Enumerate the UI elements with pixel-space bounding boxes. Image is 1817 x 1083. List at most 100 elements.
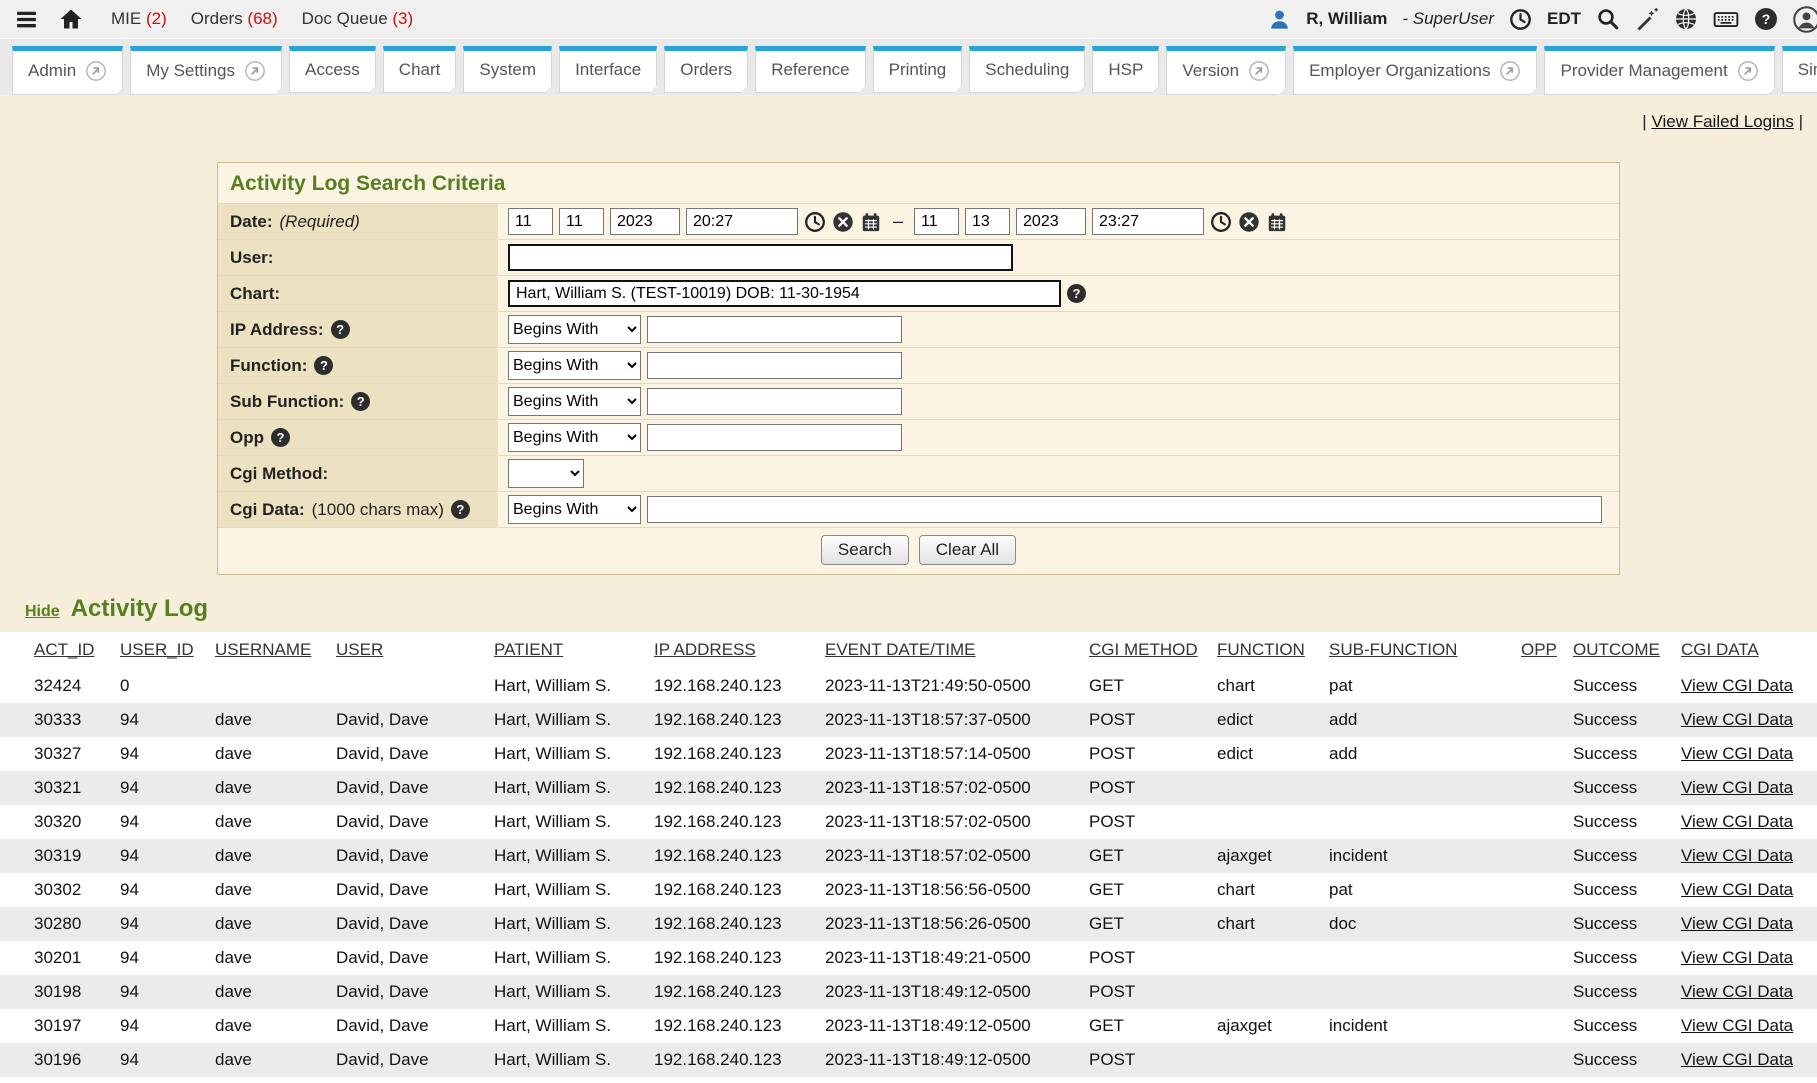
tab-orders[interactable]: Orders xyxy=(664,46,748,93)
date-to-year-input[interactable] xyxy=(1016,208,1086,235)
topnav-link-orders[interactable]: Orders (68) xyxy=(191,9,278,29)
chart-help-icon[interactable] xyxy=(1067,284,1086,303)
view-cgi-data-link[interactable]: View CGI Data xyxy=(1681,1050,1793,1069)
cgi-data-help-icon[interactable] xyxy=(451,500,470,519)
external-link-icon[interactable] xyxy=(85,60,107,82)
calendar-icon[interactable] xyxy=(860,211,882,233)
search-icon[interactable] xyxy=(1596,7,1620,31)
date-from-day-input[interactable] xyxy=(559,208,604,235)
chart-input[interactable] xyxy=(508,280,1061,307)
sub-function-help-icon[interactable] xyxy=(351,392,370,411)
column-sort-link-outcome[interactable]: OUTCOME xyxy=(1573,640,1660,659)
sub-function-input[interactable] xyxy=(647,388,902,415)
search-button[interactable]: Search xyxy=(821,535,909,565)
column-sort-link-event-date-time[interactable]: EVENT DATE/TIME xyxy=(825,640,976,659)
view-failed-logins-link[interactable]: View Failed Logins xyxy=(1651,112,1793,131)
date-from-time-input[interactable] xyxy=(686,208,798,235)
external-link-icon[interactable] xyxy=(244,60,266,82)
ip-address-match-select[interactable]: Begins With xyxy=(508,315,641,344)
calendar-icon[interactable] xyxy=(1266,211,1288,233)
tab-access[interactable]: Access xyxy=(289,46,376,93)
tab-provider-management[interactable]: Provider Management xyxy=(1544,46,1774,95)
cgi-method-select[interactable] xyxy=(508,459,584,488)
tab-reference[interactable]: Reference xyxy=(755,46,865,93)
date-to-day-input[interactable] xyxy=(965,208,1010,235)
user-input[interactable] xyxy=(508,244,1013,271)
date-from-month-input[interactable] xyxy=(508,208,553,235)
view-cgi-data-link[interactable]: View CGI Data xyxy=(1681,948,1793,967)
tab-hsp[interactable]: HSP xyxy=(1092,46,1159,93)
clear-date-icon[interactable] xyxy=(832,211,854,233)
view-cgi-data-link[interactable]: View CGI Data xyxy=(1681,846,1793,865)
column-sort-link-username[interactable]: USERNAME xyxy=(215,640,311,659)
clear-all-button[interactable]: Clear All xyxy=(919,535,1016,565)
column-sort-link-cgi-method[interactable]: CGI METHOD xyxy=(1089,640,1198,659)
tab-system[interactable]: System xyxy=(463,46,552,93)
log-row: 3032094daveDavid, DaveHart, William S.19… xyxy=(0,805,1817,839)
help-icon[interactable]: ? xyxy=(1754,7,1778,31)
ip-address-help-icon[interactable] xyxy=(331,320,350,339)
cgi-data-input[interactable] xyxy=(647,496,1602,523)
time-picker-icon[interactable] xyxy=(1210,211,1232,233)
function-match-select[interactable]: Begins With xyxy=(508,351,641,380)
topnav-link-mie[interactable]: MIE (2) xyxy=(111,9,167,29)
wand-icon[interactable] xyxy=(1635,7,1659,31)
function-input[interactable] xyxy=(647,352,902,379)
tab-employer-organizations[interactable]: Employer Organizations xyxy=(1293,46,1537,95)
tab-admin[interactable]: Admin xyxy=(12,46,123,95)
date-field: – xyxy=(498,204,1619,239)
view-cgi-data-link[interactable]: View CGI Data xyxy=(1681,914,1793,933)
tab-my-settings[interactable]: My Settings xyxy=(130,46,282,95)
view-cgi-data-link[interactable]: View CGI Data xyxy=(1681,812,1793,831)
cell-event-date-time: 2023-11-13T18:57:02-0500 xyxy=(817,771,1081,805)
date-to-month-input[interactable] xyxy=(914,208,959,235)
tab-chart[interactable]: Chart xyxy=(383,46,457,93)
topnav-link-doc-queue[interactable]: Doc Queue (3) xyxy=(302,9,414,29)
view-cgi-data-link[interactable]: View CGI Data xyxy=(1681,778,1793,797)
clock-icon[interactable] xyxy=(1509,8,1532,31)
external-link-icon[interactable] xyxy=(1499,60,1521,82)
external-link-icon[interactable] xyxy=(1248,60,1270,82)
function-help-icon[interactable] xyxy=(314,356,333,375)
profile-edge-icon[interactable] xyxy=(1793,6,1817,33)
hamburger-menu-icon[interactable] xyxy=(14,7,39,32)
cell-user-id: 0 xyxy=(112,669,207,703)
view-cgi-data-link[interactable]: View CGI Data xyxy=(1681,676,1793,695)
view-cgi-data-link[interactable]: View CGI Data xyxy=(1681,1016,1793,1035)
time-picker-icon[interactable] xyxy=(804,211,826,233)
tab-scheduling[interactable]: Scheduling xyxy=(969,46,1085,93)
user-icon[interactable] xyxy=(1268,8,1291,31)
view-cgi-data-link[interactable]: View CGI Data xyxy=(1681,710,1793,729)
tab-similar-exposure[interactable]: Similar Exposure xyxy=(1782,46,1817,93)
ip-address-input[interactable] xyxy=(647,316,902,343)
globe-icon[interactable] xyxy=(1674,7,1698,31)
column-sort-link-user[interactable]: USER xyxy=(336,640,383,659)
tab-interface[interactable]: Interface xyxy=(559,46,657,93)
tab-version[interactable]: Version xyxy=(1166,46,1286,95)
column-sort-link-user-id[interactable]: USER_ID xyxy=(120,640,194,659)
column-sort-link-cgi-data[interactable]: CGI DATA xyxy=(1681,640,1759,659)
opp-match-select[interactable]: Begins With xyxy=(508,423,641,452)
tab-printing[interactable]: Printing xyxy=(873,46,963,93)
date-from-year-input[interactable] xyxy=(610,208,680,235)
cgi-data-match-select[interactable]: Begins With xyxy=(508,495,641,524)
view-cgi-data-link[interactable]: View CGI Data xyxy=(1681,880,1793,899)
column-sort-link-opp[interactable]: OPP xyxy=(1521,640,1557,659)
home-icon[interactable] xyxy=(59,7,83,31)
clear-date-icon[interactable] xyxy=(1238,211,1260,233)
column-sort-link-sub-function[interactable]: SUB-FUNCTION xyxy=(1329,640,1457,659)
date-to-time-input[interactable] xyxy=(1092,208,1204,235)
view-cgi-data-link[interactable]: View CGI Data xyxy=(1681,982,1793,1001)
external-link-icon[interactable] xyxy=(1737,60,1759,82)
hide-link[interactable]: Hide xyxy=(25,603,60,621)
sub-function-match-select[interactable]: Begins With xyxy=(508,387,641,416)
column-sort-link-act-id[interactable]: ACT_ID xyxy=(34,640,94,659)
opp-input[interactable] xyxy=(647,424,902,451)
keyboard-icon[interactable] xyxy=(1713,6,1739,32)
sub-function-label: Sub Function: xyxy=(218,384,498,419)
view-cgi-data-link[interactable]: View CGI Data xyxy=(1681,744,1793,763)
column-sort-link-function[interactable]: FUNCTION xyxy=(1217,640,1305,659)
opp-help-icon[interactable] xyxy=(271,428,290,447)
column-sort-link-patient[interactable]: PATIENT xyxy=(494,640,563,659)
column-sort-link-ip-address[interactable]: IP ADDRESS xyxy=(654,640,756,659)
